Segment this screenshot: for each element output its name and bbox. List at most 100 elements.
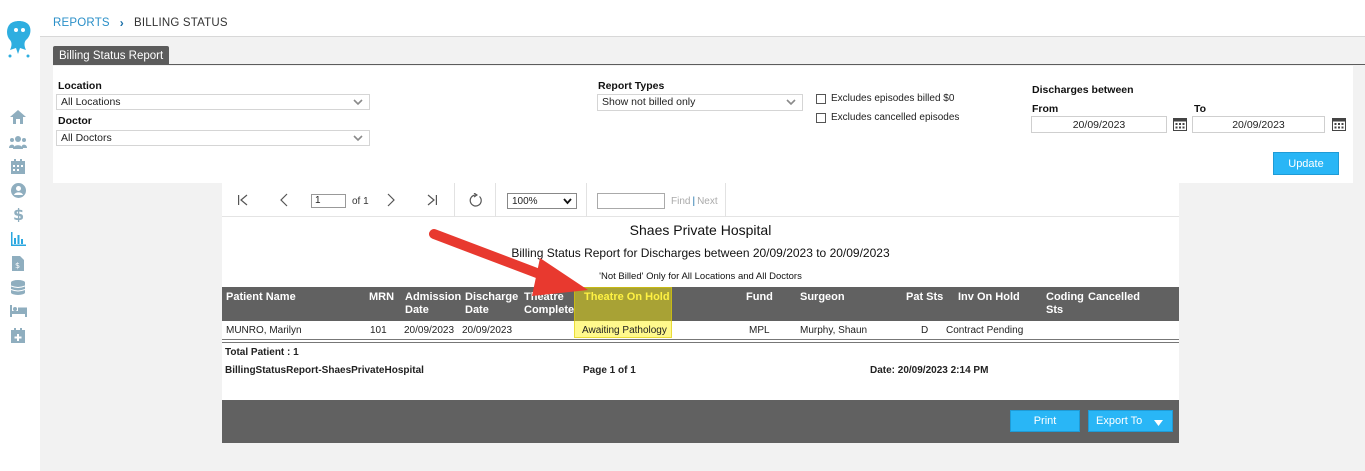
col-fund: Fund [746,291,773,303]
to-label: To [1194,103,1207,115]
cell-discharge-date: 20/09/2023 [462,325,513,336]
report-types-select[interactable]: Show not billed only [597,94,803,111]
col-inv-on-hold: Inv On Hold [958,291,1020,303]
to-date-input[interactable]: 20/09/2023 [1192,116,1325,133]
report-footer-name: BillingStatusReport-ShaesPrivateHospital [225,365,424,376]
col-coding-line2: Sts [1046,304,1064,316]
database-icon[interactable] [8,278,28,296]
doctor-select-value: All Doctors [61,132,112,144]
total-patients: Total Patient : 1 [225,347,299,358]
from-date-input[interactable]: 20/09/2023 [1031,116,1167,133]
col-discharge-line1: Discharge [465,291,519,303]
report-toolbar: 1 of 1 100% Find | Next [222,183,1179,217]
table-row[interactable]: MUNRO, Marilyn 101 20/09/2023 20/09/2023… [222,322,1179,338]
exclude-billed-zero-row[interactable]: Excludes episodes billed $0 [816,93,954,104]
col-discharge-line2: Date [465,304,489,316]
col-theatre-line1: Theatre [524,291,564,303]
exclude-cancelled-label: Excludes cancelled episodes [831,112,960,123]
previous-page-icon[interactable] [277,192,291,208]
breadcrumb-chevron-icon: › [119,16,124,30]
find-link[interactable]: Find [671,196,690,207]
next-link[interactable]: Next [697,196,718,207]
svg-text:$: $ [15,261,20,270]
chevron-down-icon [563,197,572,208]
tab-billing-status-report[interactable]: Billing Status Report [53,46,170,65]
col-pat-sts: Pat Sts [906,291,944,303]
col-coding-line1: Coding [1046,291,1084,303]
col-patient-name: Patient Name [226,291,296,303]
report-types-label: Report Types [598,80,665,92]
col-surgeon: Surgeon [800,291,845,303]
report-footer-page: Page 1 of 1 [583,365,636,376]
home-icon[interactable] [8,108,28,126]
chevron-down-icon [353,133,363,143]
report-filter-text: 'Not Billed' Only for All Locations and … [599,271,802,282]
location-select[interactable]: All Locations [56,94,370,110]
users-icon[interactable] [8,133,28,151]
report-action-bar: Print Export To [222,400,1179,443]
cell-patient-name: MUNRO, Marilyn [226,325,302,336]
cell-mrn: 101 [370,325,387,336]
invoice-icon[interactable]: $ [8,254,28,272]
report-types-select-value: Show not billed only [602,96,696,108]
location-label: Location [58,80,102,92]
svg-text:$: $ [13,206,24,222]
cell-pat-sts: D [921,325,929,336]
first-page-icon[interactable] [236,192,250,208]
exclude-billed-zero-label: Excludes episodes billed $0 [831,93,955,104]
col-coding-sts: Coding Sts [1046,291,1084,317]
calendar-icon[interactable] [1173,117,1187,131]
toolbar-divider [495,183,496,217]
col-mrn: MRN [369,291,395,303]
update-button[interactable]: Update [1273,152,1339,175]
chevron-down-icon [353,97,363,107]
col-cancelled: Cancelled [1088,291,1140,303]
find-links: Find | Next [671,196,718,207]
print-button[interactable]: Print [1010,410,1080,432]
filter-panel: Location All Locations Doctor All Doctor… [53,66,1353,183]
doctor-label: Doctor [58,115,92,127]
caret-down-icon [1154,418,1163,430]
report-viewer: 1 of 1 100% Find | Next Shaes Private Hosp… [222,183,1179,443]
cell-inv-on-hold: Contract Pending [946,325,1024,336]
col-admission-line2: Date [405,304,429,316]
breadcrumb-current: BILLING STATUS [134,17,228,29]
doctor-select[interactable]: All Doctors [56,130,370,146]
discharges-between-label: Discharges between [1032,84,1134,96]
zoom-select[interactable]: 100% [507,193,577,209]
find-input[interactable] [597,193,665,209]
calendar-icon[interactable] [8,157,28,175]
exclude-cancelled-checkbox[interactable] [816,112,826,123]
col-theatre-complete: Theatre Complete [524,291,574,317]
toolbar-divider [586,183,587,217]
table-rule [222,339,1179,340]
from-label: From [1032,103,1059,115]
bed-icon[interactable] [8,302,28,320]
page-number-input[interactable]: 1 [311,194,346,208]
cell-fund: MPL [749,325,770,336]
exclude-cancelled-row[interactable]: Excludes cancelled episodes [816,112,959,123]
calendar-plus-icon[interactable] [8,326,28,344]
cell-theatre-on-hold: Awaiting Pathology [582,325,667,336]
report-footer-date: Date: 20/09/2023 2:14 PM [870,365,989,376]
exclude-billed-zero-checkbox[interactable] [816,93,826,104]
app-logo-icon[interactable] [4,18,34,62]
table-header: Patient Name MRN Admission Date Discharg… [222,287,1179,321]
refresh-icon[interactable] [467,192,483,208]
calendar-icon[interactable] [1332,117,1346,131]
table-rule [222,342,1179,343]
tab-strip: Billing Status Report [53,46,1365,65]
last-page-icon[interactable] [425,192,439,208]
page-count: of 1 [352,196,369,207]
reports-chart-icon[interactable] [8,230,28,248]
col-theatre-line2: Complete [524,304,575,316]
next-page-icon[interactable] [384,192,398,208]
col-admission-line1: Admission [405,291,462,303]
export-to-button[interactable]: Export To [1088,410,1173,432]
toolbar-divider [454,183,455,217]
dollar-icon[interactable]: $ [8,205,28,223]
account-icon[interactable] [8,181,28,199]
breadcrumb-reports-link[interactable]: REPORTS [53,17,110,29]
report-subtitle: Billing Status Report for Discharges bet… [511,246,890,260]
zoom-select-value: 100% [512,196,538,207]
